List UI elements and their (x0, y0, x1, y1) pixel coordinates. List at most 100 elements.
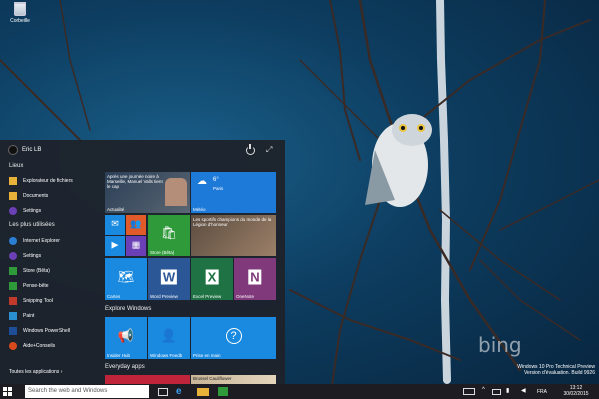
recycle-bin[interactable]: Corbeille (6, 2, 34, 24)
tile-insider-hub[interactable]: 📢 Insider Hub (105, 317, 147, 359)
people-icon: 👥 (130, 218, 142, 229)
tile-onenote[interactable]: N OneNote (234, 258, 276, 300)
chevron-up-icon[interactable]: ^ (482, 387, 485, 393)
documents-icon (9, 192, 17, 200)
expand-icon[interactable]: ⤢ (266, 146, 274, 154)
sticky-notes-icon (9, 282, 17, 290)
windows-feedback-label: Windows Feedb (150, 353, 183, 358)
bing-logo: bing (478, 333, 522, 357)
news-photo (165, 178, 187, 206)
file-explorer-icon[interactable] (197, 388, 209, 396)
calendar-icon: ▦ (131, 239, 141, 250)
battery-icon[interactable] (492, 389, 501, 395)
most-used-header: Les plus utilisées (9, 222, 55, 228)
clock[interactable]: 13:12 30/02/2015 (556, 385, 596, 397)
place-item-file-explorer[interactable]: Explorateur de fichiers (9, 176, 95, 186)
taskbar: Search the web and Windows e ^ ▮ ◀ FRA 1… (0, 384, 599, 399)
tile-word[interactable]: W Word Preview (148, 258, 190, 300)
start-menu: Eric LB ⤢ Lieux Explorateur de fichiers … (0, 140, 285, 384)
app-item-snipping-tool[interactable]: Snipping Tool (9, 296, 95, 306)
store-label: Store (Bêta) (150, 250, 175, 255)
search-input[interactable]: Search the web and Windows (25, 385, 149, 398)
feedback-icon: 👤 (160, 327, 178, 343)
tile-everyday-1[interactable] (105, 375, 190, 384)
all-apps-link[interactable]: Toutes les applications › (9, 367, 95, 377)
places-header: Lieux (9, 163, 24, 169)
network-icon[interactable]: ▮ (506, 387, 509, 394)
task-view-icon[interactable] (158, 388, 168, 396)
word-label: Word Preview (150, 294, 178, 299)
app-item-paint[interactable]: Paint (9, 311, 95, 321)
mail-icon: ✉ (111, 218, 119, 229)
app-item-settings[interactable]: Settings (9, 251, 95, 261)
shopping-bag-icon: 🛍 (160, 225, 178, 241)
excel-icon: X (205, 269, 219, 285)
map-icon: 🗺 (117, 268, 135, 284)
tile-mail[interactable]: ✉ (105, 215, 125, 235)
video-icon: ▶ (111, 239, 119, 250)
tile-food[interactable]: Brussel Cauliflower (191, 375, 276, 384)
help-icon (9, 342, 17, 350)
tile-maps[interactable]: 🗺 Cartes (105, 258, 147, 300)
clock-date: 30/02/2015 (563, 391, 589, 397)
recycle-bin-label: Corbeille (10, 18, 30, 24)
tile-people[interactable]: 👥 (126, 215, 146, 235)
user-name: Eric LB (22, 147, 42, 153)
owl (365, 114, 432, 207)
get-started-label: Prise en main (193, 353, 221, 358)
paint-icon (9, 312, 17, 320)
volume-icon[interactable]: ◀ (521, 387, 526, 394)
app-item-tips[interactable]: Aide+Conseils (9, 341, 95, 351)
app-item-powershell[interactable]: Windows PowerShell (9, 326, 95, 336)
user-account[interactable]: Eric LB (8, 145, 41, 155)
onenote-label: OneNote (236, 294, 255, 299)
tile-windows-feedback[interactable]: 👤 Windows Feedb (148, 317, 190, 359)
news-label: Actualité (107, 207, 125, 212)
weather-label: Météo (193, 207, 206, 212)
tile-calendar[interactable]: ▦ (126, 236, 146, 256)
everyday-apps-header: Everyday apps (105, 364, 145, 370)
language-indicator[interactable]: FRA (537, 389, 547, 395)
watermark-line-2: Version d'évaluation. Build 9926 (523, 370, 595, 376)
windows-start-button[interactable] (3, 387, 12, 396)
weather-city: Paris (213, 186, 224, 191)
word-icon: W (160, 269, 178, 285)
internet-explorer-icon (9, 237, 17, 245)
tile-store[interactable]: 🛍 Store (Bêta) (148, 215, 190, 256)
recycle-bin-icon (14, 2, 26, 16)
place-item-documents[interactable]: Documents (9, 191, 95, 201)
tile-excel[interactable]: X Excel Preview (191, 258, 233, 300)
news-headline: Après une journée noire à Marseille, Man… (107, 174, 163, 189)
weather-temp: 6° (213, 177, 219, 183)
app-item-sticky-notes[interactable]: Pense-bête (9, 281, 95, 291)
sports-headline: Les sportifs champions du monde de la Lé… (193, 217, 272, 227)
place-item-settings[interactable]: Settings (9, 206, 95, 216)
build-watermark: Windows 10 Pro Technical Preview Version… (517, 364, 595, 376)
folder-icon (9, 177, 17, 185)
keyboard-icon[interactable] (463, 388, 475, 395)
tile-get-started[interactable]: ? Prise en main (191, 317, 276, 359)
app-item-internet-explorer[interactable]: Internet Explorer (9, 236, 95, 246)
power-icon[interactable] (246, 144, 255, 155)
store-taskbar-icon[interactable] (218, 387, 228, 396)
store-icon (9, 267, 17, 275)
tile-news[interactable]: Après une journée noire à Marseille, Man… (105, 172, 190, 213)
tile-sports[interactable]: Les sportifs champions du monde de la Lé… (191, 215, 276, 256)
excel-label: Excel Preview (193, 294, 222, 299)
megaphone-icon: 📢 (117, 327, 135, 343)
tile-video[interactable]: ▶ (105, 236, 125, 256)
maps-label: Cartes (107, 294, 121, 299)
onenote-icon: N (248, 269, 262, 285)
tile-weather[interactable]: ☁ 6° Paris Météo (191, 172, 276, 213)
food-headline: Brussel Cauliflower (193, 376, 232, 381)
cloud-sun-icon: ☁ (197, 176, 207, 187)
gear-icon (9, 207, 17, 215)
app-item-store[interactable]: Store (Bêta) (9, 266, 95, 276)
powershell-icon (9, 327, 17, 335)
internet-explorer-icon[interactable]: e (176, 386, 188, 397)
scissors-icon (9, 297, 17, 305)
gear-icon (9, 252, 17, 260)
explore-windows-header: Explore Windows (105, 306, 152, 312)
question-icon: ? (225, 327, 242, 344)
avatar (8, 145, 18, 155)
